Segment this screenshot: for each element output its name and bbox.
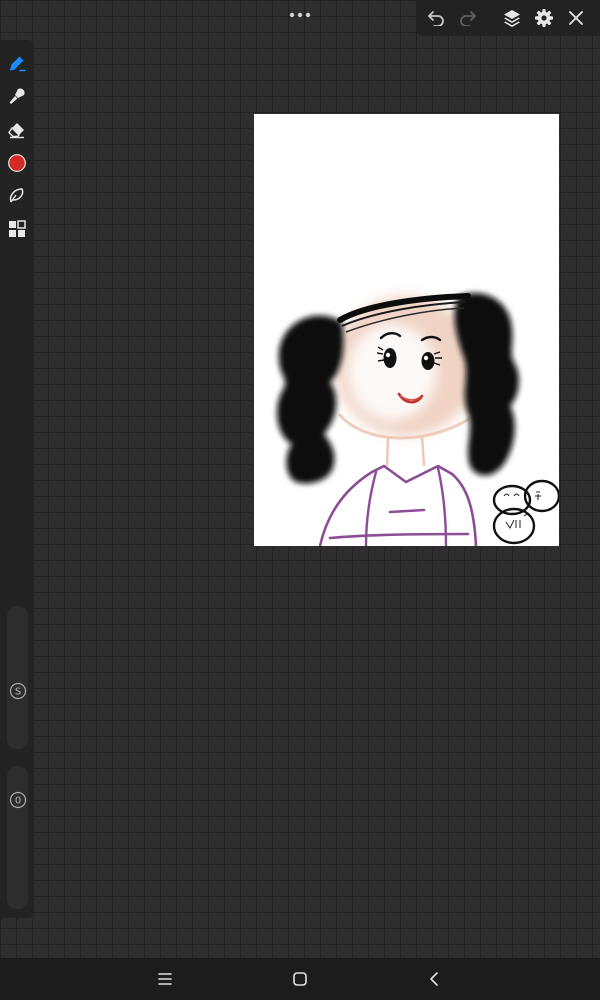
color-picker[interactable] [1,148,33,178]
eraser-icon [8,123,24,139]
lasso-icon [9,188,24,203]
layers-icon [504,10,520,27]
back-icon [430,972,438,986]
redo-icon [460,11,476,26]
smudge-tool[interactable] [1,81,33,111]
opacity-slider[interactable]: 0 [7,766,28,909]
canvas-artwork [277,292,559,546]
more-options-button[interactable] [280,4,320,26]
layers-button[interactable] [496,2,528,34]
brush-size-thumb[interactable]: S [9,682,27,700]
layout-tool[interactable] [1,214,33,244]
smudge-brush-icon [9,88,25,104]
recent-apps-icon [158,973,172,985]
undo-button[interactable] [420,2,452,34]
tool-sidebar: S 0 [0,40,34,918]
settings-icon [535,9,553,27]
top-action-bar [416,0,600,36]
back-button[interactable] [419,966,449,992]
lasso-tool[interactable] [1,181,33,211]
close-button[interactable] [560,2,592,34]
undo-icon [428,11,444,26]
size-thumb-icon: S [9,682,26,700]
opacity-label: 0 [14,796,20,807]
more-horizontal-icon [289,12,311,18]
brush-size-slider[interactable]: S [7,606,28,749]
brush-size-label: S [14,687,20,698]
recent-apps-button[interactable] [150,966,180,992]
opacity-thumb-icon: 0 [9,791,26,809]
close-icon [569,11,583,25]
home-icon [293,972,307,986]
layout-grid-icon [9,220,26,237]
settings-button[interactable] [528,2,560,34]
color-swatch-icon [8,154,26,172]
redo-button[interactable] [452,2,484,34]
opacity-thumb[interactable]: 0 [9,791,27,809]
eraser-tool[interactable] [1,115,33,145]
pen-tool[interactable] [1,48,33,78]
home-button[interactable] [285,966,315,992]
pen-icon [9,56,26,72]
system-navigation-bar [0,958,600,1000]
drawing-canvas[interactable] [254,114,559,546]
